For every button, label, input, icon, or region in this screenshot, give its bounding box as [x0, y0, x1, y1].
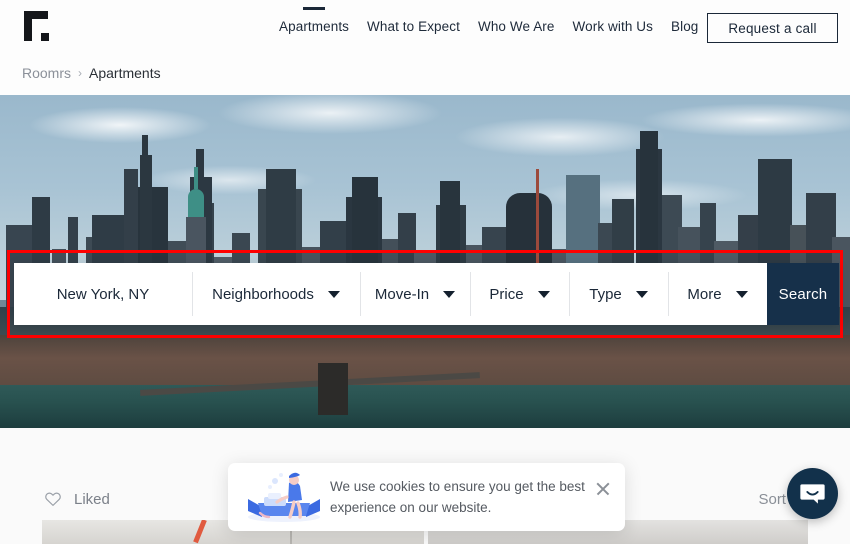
main-nav: Apartments What to Expect Who We Are Wor…	[270, 18, 707, 36]
filter-more-label: More	[687, 285, 722, 303]
search-button[interactable]: Search	[767, 263, 839, 325]
liked-filter-toggle[interactable]: Liked	[44, 490, 110, 508]
card-image-pipe-detail	[193, 520, 207, 544]
nav-label-apartments: Apartments	[279, 19, 350, 34]
nav-label-blog: Blog	[670, 19, 699, 34]
nav-item-work-with-us[interactable]: Work with Us	[564, 18, 662, 36]
apartment-search-bar: New York, NY Neighborhoods Move-In Price…	[14, 263, 839, 325]
filter-price-dropdown[interactable]: Price	[470, 263, 569, 325]
roomrs-logo[interactable]	[24, 11, 58, 41]
intercom-chat-launcher[interactable]	[787, 468, 838, 519]
hero-river	[0, 385, 850, 428]
filter-neighborhoods-dropdown[interactable]: Neighborhoods	[192, 263, 360, 325]
filter-move-in-dropdown[interactable]: Move-In	[360, 263, 470, 325]
site-header: Apartments What to Expect Who We Are Wor…	[0, 0, 850, 95]
chevron-down-icon	[635, 290, 648, 298]
nav-label-what-to-expect: What to Expect	[367, 19, 460, 34]
breadcrumb: Roomrs › Apartments	[22, 65, 161, 81]
breadcrumb-current: Apartments	[89, 65, 161, 81]
chevron-down-icon	[443, 290, 456, 298]
breadcrumb-root-link[interactable]: Roomrs	[22, 65, 71, 81]
cookie-consent-banner: We use cookies to ensure you get the bes…	[228, 463, 625, 531]
search-location-input[interactable]: New York, NY	[14, 263, 192, 325]
search-location-value: New York, NY	[56, 285, 150, 303]
chevron-down-icon	[327, 290, 340, 298]
nav-item-what-to-expect[interactable]: What to Expect	[358, 18, 469, 36]
nav-label-who-we-are: Who We Are	[477, 19, 555, 34]
cookie-couch-illustration	[242, 469, 326, 525]
request-a-call-button[interactable]: Request a call	[707, 13, 838, 43]
logo-dot	[41, 33, 49, 41]
filter-move-in-label: Move-In	[374, 285, 430, 303]
chevron-down-icon	[537, 290, 550, 298]
nav-label-work-with-us: Work with Us	[572, 19, 653, 34]
logo-bar-vertical	[24, 11, 32, 41]
page-root: Apartments What to Expect Who We Are Wor…	[0, 0, 850, 544]
hero-bridge-pier	[318, 363, 348, 415]
filter-more-dropdown[interactable]: More	[668, 263, 767, 325]
close-icon[interactable]	[595, 481, 611, 497]
cookie-consent-message: We use cookies to ensure you get the bes…	[330, 476, 592, 518]
chat-bubble-smile-icon	[800, 484, 825, 504]
filter-type-label: Type	[589, 285, 622, 303]
chevron-down-icon	[735, 290, 748, 298]
liked-label: Liked	[74, 490, 110, 508]
nav-item-blog[interactable]: Blog	[662, 18, 707, 36]
filter-type-dropdown[interactable]: Type	[569, 263, 668, 325]
cookie-message-line-2: experience on our website.	[330, 500, 492, 515]
filter-neighborhoods-label: Neighborhoods	[212, 285, 314, 303]
breadcrumb-separator-icon: ›	[78, 66, 83, 80]
hero-banner	[0, 95, 850, 428]
filter-price-label: Price	[489, 285, 524, 303]
nav-item-apartments[interactable]: Apartments	[270, 18, 358, 36]
cookie-message-line-1: We use cookies to ensure you get the bes…	[330, 479, 585, 494]
heart-icon	[45, 492, 61, 506]
nav-item-who-we-are[interactable]: Who We Are	[469, 18, 564, 36]
